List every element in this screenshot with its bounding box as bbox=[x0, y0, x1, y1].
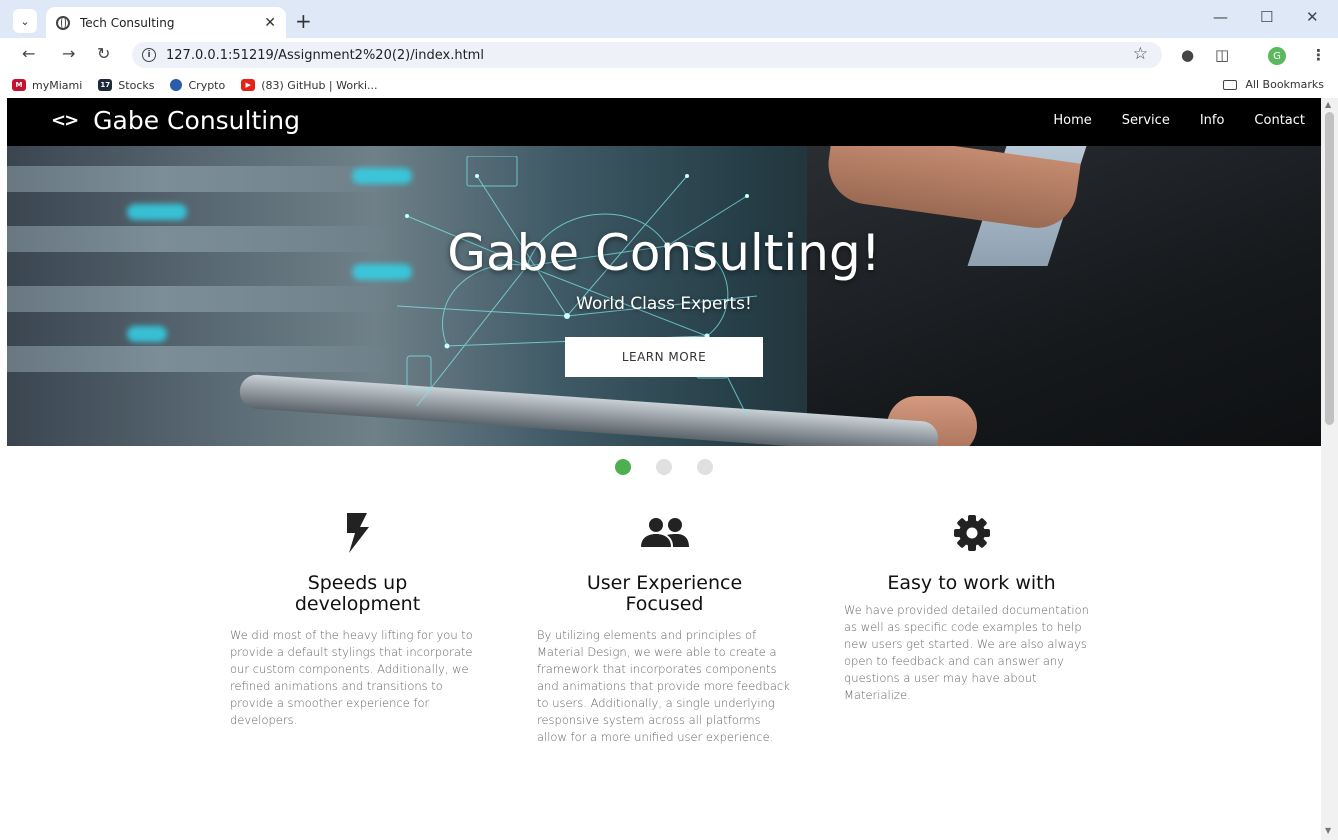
kebab-menu-icon[interactable]: ⋮ bbox=[1311, 46, 1326, 64]
tab-search-button[interactable]: ⌄ bbox=[13, 9, 37, 33]
feature-title: Speeds up development bbox=[230, 573, 485, 615]
chevron-down-icon: ⌄ bbox=[20, 14, 30, 28]
bookmark-stocks[interactable]: 17 Stocks bbox=[98, 79, 154, 92]
new-tab-button[interactable]: + bbox=[295, 9, 312, 33]
group-icon bbox=[537, 513, 792, 553]
crypto-icon bbox=[170, 79, 183, 91]
bookmark-label: myMiami bbox=[32, 78, 83, 92]
address-bar[interactable]: i 127.0.0.1:51219/Assignment2%20(2)/inde… bbox=[132, 42, 1162, 68]
bookmark-star-icon[interactable]: ☆ bbox=[1133, 44, 1148, 64]
bolt-icon bbox=[230, 513, 485, 553]
close-tab-icon[interactable]: ✕ bbox=[264, 15, 276, 31]
scroll-up-icon[interactable]: ▲ bbox=[1325, 100, 1331, 109]
shield-extension-icon[interactable]: ● bbox=[1181, 46, 1194, 64]
stocks-icon: 17 bbox=[98, 79, 113, 91]
slide-indicator-2[interactable] bbox=[656, 459, 672, 475]
nav-service[interactable]: Service bbox=[1122, 113, 1170, 128]
profile-avatar[interactable]: G bbox=[1268, 47, 1286, 65]
code-icon: <> bbox=[51, 110, 79, 131]
tab-title: Tech Consulting bbox=[80, 15, 175, 30]
feature-title: User Experience Focused bbox=[537, 573, 792, 615]
bookmark-crypto[interactable]: Crypto bbox=[170, 79, 225, 92]
feature-description: We did most of the heavy lifting for you… bbox=[230, 628, 473, 727]
feature-title-line: development bbox=[294, 593, 421, 615]
bookmark-mymiami[interactable]: M myMiami bbox=[12, 79, 82, 92]
nav-links: Home Service Info Contact bbox=[1023, 113, 1305, 128]
learn-more-button[interactable]: LEARN MORE bbox=[565, 337, 763, 377]
scroll-down-icon[interactable]: ▼ bbox=[1325, 826, 1331, 835]
browser-tab[interactable]: Tech Consulting ✕ bbox=[46, 7, 286, 38]
feature-title-line: Focused bbox=[625, 593, 704, 615]
feature-card: Speeds up development We did most of the… bbox=[230, 513, 485, 729]
folder-icon bbox=[1223, 79, 1238, 90]
nav-contact[interactable]: Contact bbox=[1254, 113, 1305, 128]
hero-bg-light bbox=[127, 326, 167, 342]
page-scrollbar[interactable]: ▲ ▼ bbox=[1321, 98, 1338, 840]
bookmark-label: Crypto bbox=[188, 78, 226, 92]
slider-indicators bbox=[615, 459, 738, 475]
hero-title: Gabe Consulting! bbox=[447, 224, 881, 282]
web-page: <> Gabe Consulting Home Service Info Con… bbox=[7, 98, 1321, 840]
reload-icon[interactable]: ↻ bbox=[97, 44, 110, 63]
hero-subtitle: World Class Experts! bbox=[576, 294, 752, 314]
nav-home[interactable]: Home bbox=[1053, 113, 1091, 128]
forward-icon[interactable]: → bbox=[62, 44, 75, 63]
tab-strip: ⌄ Tech Consulting ✕ + — ☐ ✕ bbox=[0, 0, 1338, 38]
youtube-icon: ▶ bbox=[241, 79, 256, 91]
hero-slider: Gabe Consulting! World Class Experts! LE… bbox=[7, 146, 1321, 446]
miami-icon: M bbox=[12, 79, 26, 91]
feature-card: User Experience Focused By utilizing ele… bbox=[537, 513, 792, 746]
feature-title-line: User Experience bbox=[586, 572, 743, 594]
extensions-icon[interactable]: ◫ bbox=[1215, 46, 1229, 64]
brand-name: Gabe Consulting bbox=[93, 106, 300, 135]
maximize-icon[interactable]: ☐ bbox=[1260, 8, 1273, 26]
feature-title: Easy to work with bbox=[844, 573, 1099, 594]
bookmark-github[interactable]: ▶ (83) GitHub | Worki... bbox=[241, 78, 378, 92]
hero-bg-light bbox=[127, 204, 187, 220]
hero-bg-rack bbox=[7, 346, 387, 372]
bookmarks-bar: M myMiami 17 Stocks Crypto ▶ (83) GitHub… bbox=[0, 72, 1338, 98]
site-navbar: <> Gabe Consulting Home Service Info Con… bbox=[7, 98, 1321, 146]
bookmark-label: (83) GitHub | Worki... bbox=[261, 78, 378, 92]
brand-logo[interactable]: <> Gabe Consulting bbox=[51, 106, 300, 135]
toolbar: ← → ↻ i 127.0.0.1:51219/Assignment2%20(2… bbox=[0, 38, 1338, 72]
back-icon[interactable]: ← bbox=[22, 44, 35, 63]
feature-description: By utilizing elements and principles of … bbox=[537, 628, 790, 744]
site-info-icon[interactable]: i bbox=[142, 48, 156, 62]
hero-bg-rack bbox=[7, 166, 387, 192]
slide-indicator-3[interactable] bbox=[697, 459, 713, 475]
all-bookmarks-label: All Bookmarks bbox=[1245, 78, 1324, 91]
browser-chrome: ⌄ Tech Consulting ✕ + — ☐ ✕ ← → ↻ i 127.… bbox=[0, 0, 1338, 98]
feature-description: We have provided detailed documentation … bbox=[844, 603, 1089, 702]
feature-title-line: Easy to work with bbox=[887, 572, 1056, 594]
bookmark-label: Stocks bbox=[118, 78, 155, 92]
feature-card: Easy to work with We have provided detai… bbox=[844, 513, 1099, 704]
globe-icon bbox=[56, 15, 70, 30]
gear-icon bbox=[844, 513, 1099, 553]
scroll-thumb[interactable] bbox=[1325, 112, 1334, 425]
url-text[interactable]: 127.0.0.1:51219/Assignment2%20(2)/index.… bbox=[166, 48, 484, 63]
all-bookmarks[interactable]: All Bookmarks bbox=[1223, 78, 1324, 91]
slide-indicator-1[interactable] bbox=[615, 459, 631, 475]
feature-title-line: Speeds up bbox=[307, 572, 408, 594]
minimize-icon[interactable]: — bbox=[1213, 8, 1228, 26]
close-window-icon[interactable]: ✕ bbox=[1306, 8, 1319, 26]
nav-info[interactable]: Info bbox=[1200, 113, 1225, 128]
